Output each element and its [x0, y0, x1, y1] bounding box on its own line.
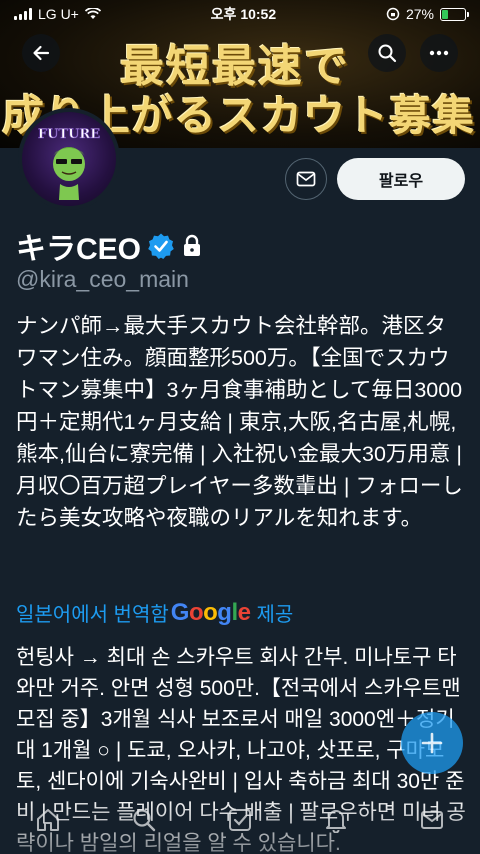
battery-percent: 27% — [405, 6, 434, 22]
tab-notifications[interactable] — [316, 804, 356, 836]
envelope-icon — [421, 811, 443, 829]
name-row: キラCEO — [16, 224, 203, 268]
follow-button[interactable]: 팔로우 — [337, 158, 465, 200]
more-horizontal-icon — [429, 50, 449, 56]
message-button[interactable] — [285, 158, 327, 200]
back-button[interactable] — [22, 34, 60, 72]
compose-button[interactable] — [401, 712, 463, 774]
status-right: 27% — [386, 6, 469, 22]
bottom-tab-bar — [0, 794, 480, 854]
verified-badge-icon[interactable] — [147, 232, 175, 260]
user-handle: @kira_ceo_main — [16, 266, 189, 292]
provided-label: 제공 — [256, 604, 294, 626]
arrow-left-icon — [33, 45, 50, 61]
battery-fill — [441, 9, 448, 19]
avatar-logo-text: FUTURE — [38, 127, 100, 142]
carrier-label: LG U+ — [38, 6, 79, 22]
google-letter-2: o — [188, 598, 204, 626]
clock: 오후 10:52 — [210, 6, 277, 22]
checkbox-icon — [229, 809, 251, 831]
google-letter-6: e — [237, 598, 251, 626]
battery-icon — [439, 7, 469, 21]
rotation-lock-icon — [386, 7, 400, 21]
tab-search[interactable] — [124, 804, 164, 836]
bell-icon — [326, 810, 346, 833]
wifi-icon — [84, 8, 101, 19]
plus-icon — [421, 732, 443, 754]
search-icon — [133, 809, 156, 832]
google-letter-1: G — [170, 598, 190, 626]
lock-icon — [184, 234, 201, 256]
tab-messages[interactable] — [412, 804, 452, 836]
more-options-button[interactable] — [420, 34, 458, 72]
envelope-icon — [296, 171, 316, 187]
google-logo: Google — [171, 599, 251, 627]
signal-icon — [14, 8, 32, 20]
display-name: キラCEO — [16, 233, 142, 266]
translation-attribution[interactable]: 일본어에서 번역함 Google 제공 — [16, 598, 293, 627]
google-letter-3: o — [203, 598, 218, 626]
status-bar: LG U+ 오후 10:52 27% — [0, 0, 480, 28]
search-icon — [378, 44, 397, 63]
profile-bio: ナンパ師→最大手スカウト会社幹部。港区タワマン住み。顔面整形500万。【全国でス… — [16, 314, 463, 530]
status-left: LG U+ — [14, 6, 101, 22]
search-button[interactable] — [368, 34, 406, 72]
translated-from-label: 일본어에서 번역함 — [16, 604, 169, 626]
tab-home[interactable] — [28, 804, 68, 836]
home-icon — [37, 809, 59, 831]
tab-communities[interactable] — [220, 804, 260, 836]
avatar-image: FUTURE — [38, 127, 101, 200]
avatar[interactable]: FUTURE — [18, 108, 120, 210]
google-letter-4: g — [217, 598, 232, 626]
